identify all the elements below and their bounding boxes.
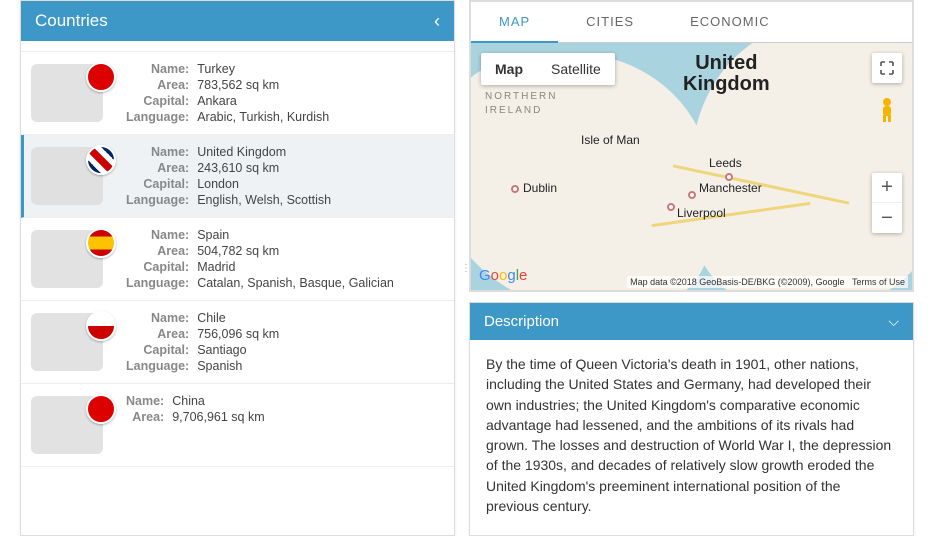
countries-panel: Countries ‹ Name: Area: Capital: Languag… (20, 0, 455, 536)
value-language: Spanish (197, 359, 440, 373)
country-details: Name: China Area: 9,706,961 sq km (126, 394, 440, 424)
tab-cities[interactable]: CITIES (558, 2, 662, 42)
map-title: UnitedKingdom (683, 53, 770, 95)
label-area: Area: (126, 161, 189, 175)
map-city-dublin: Dublin (523, 181, 557, 195)
country-details: Name: Chile Area: 756,096 sq km Capital: Sa… (126, 311, 440, 373)
country-list[interactable]: Name: Area: Capital: Language:French, Ge… (21, 41, 454, 535)
map-city-leeds: Leeds (709, 156, 742, 170)
tabs: MAPCITIESECONOMIC (470, 1, 913, 43)
description-panel: Description ⌵ By the time of Queen Victo… (469, 302, 914, 536)
chevron-down-icon[interactable]: ⌵ (888, 313, 899, 330)
label-area: Area: (126, 78, 189, 92)
map-city-liverpool: Liverpool (677, 206, 726, 220)
label-name: Name: (126, 145, 189, 159)
label-capital: Capital: (126, 94, 189, 108)
pegman-icon[interactable] (872, 95, 902, 125)
right-panel: MAPCITIESECONOMIC Map Satellite UnitedKi… (469, 0, 914, 536)
value-capital: Ankara (197, 94, 440, 108)
label-capital: Capital: (126, 177, 189, 191)
flag-icon (86, 62, 116, 92)
fullscreen-icon[interactable] (872, 53, 902, 83)
value-capital: Madrid (197, 260, 440, 274)
flag-icon (86, 311, 116, 341)
tab-economic[interactable]: ECONOMIC (662, 2, 798, 42)
country-details: Name: Turkey Area: 783,562 sq km Capital: A… (126, 62, 440, 124)
map-type-map[interactable]: Map (481, 53, 537, 85)
country-thumb (31, 62, 116, 124)
label-name: Name: (126, 394, 164, 408)
value-name: United Kingdom (197, 145, 440, 159)
label-language: Language: (126, 193, 189, 207)
zoom-control: + − (872, 173, 902, 233)
zoom-in-button[interactable]: + (872, 173, 902, 203)
label-language: Language: (126, 110, 189, 124)
flag-icon (86, 394, 116, 424)
country-thumb (31, 311, 116, 373)
value-capital: London (197, 177, 440, 191)
tab-map[interactable]: MAP (471, 2, 558, 43)
value-language: English, Welsh, Scottish (197, 193, 440, 207)
countries-title: Countries (35, 11, 108, 31)
value-capital: Santiago (197, 343, 440, 357)
country-item[interactable]: Name: Area: Capital: Language:French, Ge… (21, 41, 454, 52)
countries-header[interactable]: Countries ‹ (21, 1, 454, 41)
country-details: Name: Spain Area: 504,782 sq km Capital: Ma… (126, 228, 440, 290)
label-area: Area: (126, 327, 189, 341)
country-item[interactable]: Name: United Kingdom Area: 243,610 sq km C… (21, 135, 454, 218)
flag-icon (86, 228, 116, 258)
description-title: Description (484, 313, 559, 330)
value-area: 783,562 sq km (197, 78, 440, 92)
value-language: Catalan, Spanish, Basque, Galician (197, 276, 440, 290)
map-container[interactable]: Map Satellite UnitedKingdom NORTHERN IRE… (470, 43, 913, 291)
value-name: China (172, 394, 440, 408)
map-credits: Map data ©2018 GeoBasis-DE/BKG (©2009), … (627, 276, 908, 288)
label-name: Name: (126, 228, 189, 242)
value-area: 243,610 sq km (197, 161, 440, 175)
description-body: By the time of Queen Victoria's death in… (470, 340, 913, 535)
value-name: Spain (197, 228, 440, 242)
label-capital: Capital: (126, 343, 189, 357)
country-details: Name: United Kingdom Area: 243,610 sq km C… (126, 145, 440, 207)
label-capital: Capital: (126, 260, 189, 274)
collapse-icon[interactable]: ‹ (434, 12, 440, 30)
description-header[interactable]: Description ⌵ (470, 303, 913, 340)
country-item[interactable]: Name: Turkey Area: 783,562 sq km Capital: A… (21, 52, 454, 135)
flag-icon (86, 145, 116, 175)
country-item[interactable]: Name: Chile Area: 756,096 sq km Capital: Sa… (21, 301, 454, 384)
label-language: Language: (126, 359, 189, 373)
country-item[interactable]: Name: Spain Area: 504,782 sq km Capital: Ma… (21, 218, 454, 301)
label-name: Name: (126, 62, 189, 76)
google-logo: Google (479, 267, 527, 284)
terms-link[interactable]: Terms of Use (852, 277, 905, 287)
value-name: Turkey (197, 62, 440, 76)
zoom-out-button[interactable]: − (872, 203, 902, 233)
map-city-manchester: Manchester (699, 181, 762, 195)
label-area: Area: (126, 244, 189, 258)
value-area: 504,782 sq km (197, 244, 440, 258)
label-language: Language: (126, 276, 189, 290)
map-type-control: Map Satellite (481, 53, 615, 85)
country-thumb (31, 145, 116, 207)
map-type-satellite[interactable]: Satellite (537, 53, 615, 85)
map-city-isleofman: Isle of Man (581, 133, 640, 147)
country-item[interactable]: Name: China Area: 9,706,961 sq km (21, 384, 454, 467)
country-thumb (31, 394, 116, 456)
value-area: 756,096 sq km (197, 327, 440, 341)
country-thumb (31, 228, 116, 290)
value-language: Arabic, Turkish, Kurdish (197, 110, 440, 124)
map-region-northern: NORTHERN (485, 91, 557, 102)
value-name: Chile (197, 311, 440, 325)
map-region-ireland: IRELAND (485, 105, 542, 116)
label-area: Area: (126, 410, 164, 424)
value-area: 9,706,961 sq km (172, 410, 440, 424)
label-name: Name: (126, 311, 189, 325)
